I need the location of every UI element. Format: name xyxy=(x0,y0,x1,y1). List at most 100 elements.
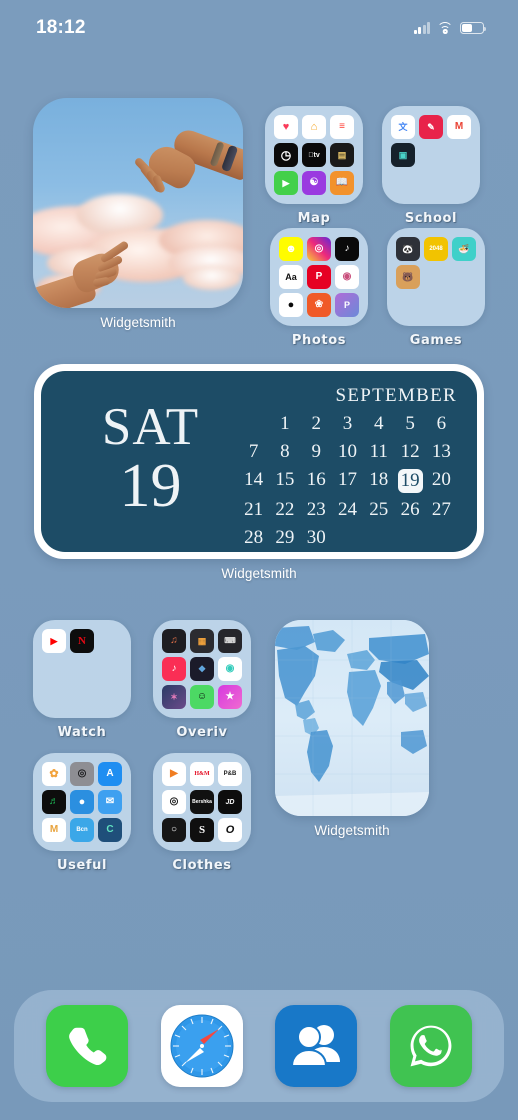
app-photos-icon[interactable]: ✿ xyxy=(42,762,66,786)
app-picsart-icon[interactable]: ❀ xyxy=(307,293,331,317)
dock-app-safari[interactable] xyxy=(160,1005,243,1087)
app-garageband-icon[interactable]: ♫ xyxy=(162,629,186,653)
app-spotify-icon[interactable]: ♬ xyxy=(42,790,66,814)
app-imovie-icon[interactable]: ★ xyxy=(218,685,242,709)
app-home-icon[interactable]: ⌂ xyxy=(302,115,326,139)
app-fonts-icon[interactable]: Aa xyxy=(279,265,303,289)
folder-slot-empty xyxy=(391,171,415,195)
app-pinterest-icon[interactable]: P xyxy=(307,265,331,289)
folder-slot-empty xyxy=(419,143,443,167)
app-clock-icon[interactable]: ◷ xyxy=(274,143,298,167)
app-youtube-icon[interactable]: ▶ xyxy=(42,629,66,653)
photo-widget-image[interactable] xyxy=(33,98,243,308)
folder-games[interactable]: 🐼 2048 🍜 🐻 Games xyxy=(387,228,485,348)
app-messenger-green-icon[interactable]: ☺ xyxy=(190,685,214,709)
calendar-cell-8: 8 xyxy=(280,441,290,462)
folder-watch-grid[interactable]: ▶ N xyxy=(33,620,131,718)
calendar-cell-17: 17 xyxy=(337,469,357,490)
app-classroom-icon[interactable]: ✎ xyxy=(419,115,443,139)
folder-watch[interactable]: ▶ N Watch xyxy=(33,620,131,740)
app-waze-icon[interactable]: ◉ xyxy=(218,657,242,681)
calendar-cell-7: 7 xyxy=(248,441,259,462)
app-calculator-icon[interactable]: ▦ xyxy=(190,629,214,653)
dock-app-whatsapp[interactable] xyxy=(389,1005,472,1087)
home-screen: 18:12 Widgetsmith ♥ ⌂ ≡ ◷ tv ▤ ▶ ☯ 📖 Map… xyxy=(0,0,518,1120)
app-safari-alt-icon[interactable]: ● xyxy=(70,790,94,814)
app-apple-tv-icon[interactable]: tv xyxy=(302,143,326,167)
app-spark-icon[interactable]: ✶ xyxy=(162,685,186,709)
app-cooking-game-icon[interactable]: 🍜 xyxy=(452,237,476,261)
app-bear-game-icon[interactable]: 🐻 xyxy=(396,265,420,289)
calendar-widget-frame[interactable]: SAT 19 SEPTEMBER 1 2 3 4 5 6 7 8 9 10 11 12 13 14 15 16… xyxy=(34,364,484,559)
folder-slot-empty xyxy=(452,265,476,289)
app-health-icon[interactable]: ♥ xyxy=(274,115,298,139)
world-map-widget[interactable]: Widgetsmith xyxy=(275,620,429,838)
folder-photos[interactable]: ☻ ◎ ♪ Aa P ◉ ● ❀ P Photos xyxy=(270,228,368,348)
app-apple-music-icon[interactable]: ♪ xyxy=(162,657,186,681)
app-app-store-icon[interactable]: A xyxy=(98,762,122,786)
app-zara-icon[interactable]: ◎ xyxy=(162,790,186,814)
app-mail-icon[interactable]: ✉ xyxy=(98,790,122,814)
app-vsco-icon[interactable]: ◉ xyxy=(335,265,359,289)
folder-school-grid[interactable]: 文 ✎ M ▣ xyxy=(382,106,480,204)
folder-school-label: School xyxy=(404,211,458,226)
app-reminders-icon[interactable]: ≡ xyxy=(330,115,354,139)
calendar-cell-5: 5 xyxy=(405,413,415,434)
app-lightroom-icon[interactable]: ● xyxy=(279,293,303,317)
app-google-translate-icon[interactable]: 文 xyxy=(391,115,415,139)
folder-school[interactable]: 文 ✎ M ▣ School xyxy=(382,106,480,226)
app-2048-game-icon[interactable]: 2048 xyxy=(424,237,448,261)
calendar-cell-2: 2 xyxy=(311,413,321,434)
app-oysho-icon[interactable]: O xyxy=(218,818,242,842)
app-panda-game-icon[interactable]: 🐼 xyxy=(396,237,420,261)
app-hm-icon[interactable]: H&M xyxy=(190,762,214,786)
folder-photos-grid[interactable]: ☻ ◎ ♪ Aa P ◉ ● ❀ P xyxy=(270,228,368,326)
app-tiktok-icon[interactable]: ♪ xyxy=(335,237,359,261)
app-bershka-icon[interactable]: Bershka xyxy=(190,790,214,814)
app-sfera-icon[interactable]: S xyxy=(190,818,214,842)
calendar-big-date: SAT 19 xyxy=(63,385,238,540)
folder-games-grid[interactable]: 🐼 2048 🍜 🐻 xyxy=(387,228,485,326)
calendar-cell-15: 15 xyxy=(275,469,295,490)
app-bcn-transit-icon[interactable]: Bcn xyxy=(70,818,94,842)
dock-app-phone[interactable] xyxy=(46,1005,129,1087)
app-shortcuts-icon[interactable]: ❖ xyxy=(190,657,214,681)
app-snapchat-icon[interactable]: ☻ xyxy=(279,237,303,261)
calendar-cell-22: 22 xyxy=(275,499,295,520)
app-teams-icon[interactable]: ▣ xyxy=(391,143,415,167)
app-gmail-icon[interactable]: M xyxy=(447,115,471,139)
app-mcdonalds-icon[interactable]: M xyxy=(42,818,66,842)
folder-overiv-grid[interactable]: ♫ ▦ ⌨ ♪ ❖ ◉ ✶ ☺ ★ xyxy=(153,620,251,718)
whatsapp-icon xyxy=(410,1025,452,1067)
folder-overiv[interactable]: ♫ ▦ ⌨ ♪ ❖ ◉ ✶ ☺ ★ Overiv xyxy=(153,620,251,740)
battery-icon xyxy=(460,22,487,34)
app-calendar-app-icon[interactable]: C xyxy=(98,818,122,842)
folder-useful-grid[interactable]: ✿ ◎ A ♬ ● ✉ M Bcn C xyxy=(33,753,131,851)
app-wallet-icon[interactable]: ▤ xyxy=(330,143,354,167)
app-facetime-icon[interactable]: ▶ xyxy=(274,171,298,195)
app-pull-and-bear-icon[interactable]: P&B xyxy=(218,762,242,786)
folder-map-grid[interactable]: ♥ ⌂ ≡ ◷ tv ▤ ▶ ☯ 📖 xyxy=(265,106,363,204)
world-map-widget-image[interactable] xyxy=(275,620,429,816)
folder-useful[interactable]: ✿ ◎ A ♬ ● ✉ M Bcn C Useful xyxy=(33,753,131,873)
dock-app-contacts[interactable] xyxy=(275,1005,358,1087)
app-jd-sports-icon[interactable]: JD xyxy=(218,790,242,814)
calendar-widget-label: Widgetsmith xyxy=(221,566,297,581)
folder-clothes[interactable]: ▶ H&M P&B ◎ Bershka JD ○ S O Clothes xyxy=(153,753,251,873)
app-keyboard-icon[interactable]: ⌨ xyxy=(218,629,242,653)
app-shein-icon[interactable]: ▶ xyxy=(162,762,186,786)
folder-clothes-grid[interactable]: ▶ H&M P&B ◎ Bershka JD ○ S O xyxy=(153,753,251,851)
folder-map[interactable]: ♥ ⌂ ≡ ◷ tv ▤ ▶ ☯ 📖 Map xyxy=(265,106,363,226)
calendar-widget[interactable]: SAT 19 SEPTEMBER 1 2 3 4 5 6 7 8 9 10 11 12 13 14 15 16… xyxy=(34,364,484,581)
app-instagram-icon[interactable]: ◎ xyxy=(307,237,331,261)
photo-widget[interactable]: Widgetsmith xyxy=(33,98,243,330)
app-books-icon[interactable]: 📖 xyxy=(330,171,354,195)
app-podcasts-icon[interactable]: ☯ xyxy=(302,171,326,195)
app-camera-icon[interactable]: ◎ xyxy=(70,762,94,786)
calendar-cell-13: 13 xyxy=(431,441,451,462)
app-stradivarius-icon[interactable]: ○ xyxy=(162,818,186,842)
home-row-5: ✿ ◎ A ♬ ● ✉ M Bcn C Useful ▶ H&M P&B ◎ B… xyxy=(33,753,251,873)
calendar-cell-10: 10 xyxy=(337,441,357,462)
app-netflix-icon[interactable]: N xyxy=(70,629,94,653)
app-prequel-icon[interactable]: P xyxy=(335,293,359,317)
